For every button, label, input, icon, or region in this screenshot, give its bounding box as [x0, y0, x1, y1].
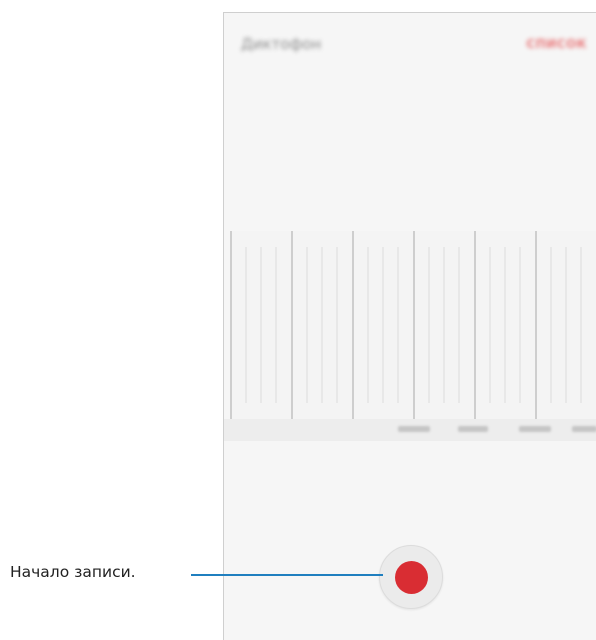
phone-screen: Диктофон СПИСОК [223, 12, 596, 640]
waveform-grid [230, 231, 582, 419]
timeline-label [458, 426, 488, 432]
timeline-label [519, 426, 551, 432]
list-button[interactable]: СПИСОК [526, 37, 587, 51]
waveform-area [230, 231, 596, 419]
callout-line [191, 574, 383, 576]
timeline-bar [224, 419, 596, 441]
record-button[interactable] [379, 545, 443, 609]
app-title: Диктофон [241, 35, 322, 53]
record-icon [395, 561, 428, 594]
app-bar: Диктофон СПИСОК [224, 13, 596, 83]
callout-label: Начало записи. [10, 563, 136, 581]
timeline-label [398, 426, 430, 432]
timeline-label [572, 426, 596, 432]
